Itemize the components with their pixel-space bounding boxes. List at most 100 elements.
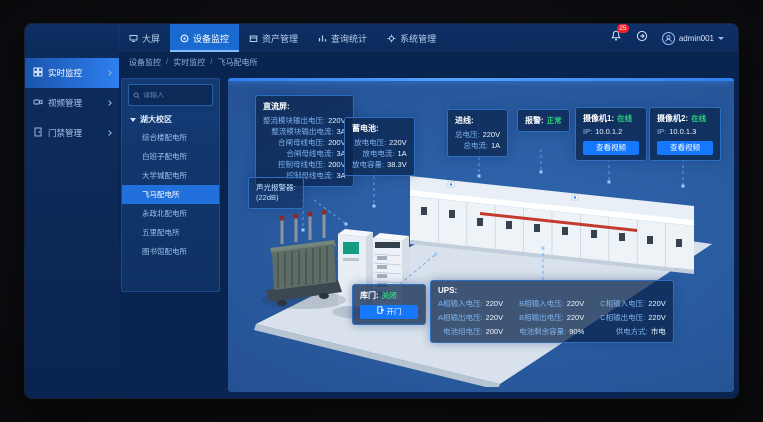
nav-item-query-stats[interactable]: 查询统计 — [308, 24, 377, 52]
alarm-status: 正常 — [547, 115, 562, 126]
dc-panel-card: 直流屏: 整流模块输出电压:220V 整流模块输出电流:3A 合闸母线电压:20… — [255, 95, 354, 187]
nav-item-label: 设备监控 — [193, 32, 229, 45]
camera1-card: 摄像机1:在线 IP:10.0.1.2 查看视频 — [575, 107, 647, 161]
sidebar-item-video-manage[interactable]: 视频管理 — [25, 88, 119, 118]
metric-label: C相输入电压: — [600, 298, 645, 309]
metric-label: 放电容量: — [352, 159, 384, 170]
door-status: 关闭 — [382, 290, 397, 301]
tree-search-input[interactable] — [143, 92, 213, 99]
door-label: 库门: — [360, 290, 379, 301]
alarm-label: 报警: — [525, 115, 544, 126]
camera2-ip-label: IP: — [657, 126, 666, 137]
tree-item-station[interactable]: 白班子配电所 — [122, 147, 219, 166]
camera2-label: 摄像机2: — [657, 113, 688, 124]
nav-item-label: 系统管理 — [400, 32, 436, 45]
avatar — [662, 32, 675, 45]
breadcrumb-segment[interactable]: 飞马配电所 — [217, 57, 257, 68]
stats-chart-icon — [318, 34, 327, 43]
tree-group-campus[interactable]: 湖大校区 — [122, 111, 219, 128]
metric-label: 整流模块输出电流: — [263, 126, 333, 137]
metric-label: 总电流: — [455, 140, 488, 151]
station-tree-panel: 湖大校区 综合楼配电所 白班子配电所 大学城配电所 飞马配电所 永政北配电所 五… — [121, 78, 220, 292]
breadcrumb-segment[interactable]: 实时监控 — [173, 57, 205, 68]
exit-fullscreen-icon — [636, 29, 648, 47]
sidebar-item-access-manage[interactable]: 门禁管理 — [25, 118, 119, 148]
metric-label: 整流模块输出电压: — [263, 115, 325, 126]
chevron-right-icon — [106, 100, 112, 106]
camera2-view-video-button[interactable]: 查看视频 — [657, 141, 713, 155]
open-door-button[interactable]: 开门 — [360, 305, 418, 319]
metric-label: 总电压: — [455, 129, 480, 140]
camera2-card: 摄像机2:在线 IP:10.0.1.3 查看视频 — [649, 107, 721, 161]
ups-card: UPS: A相输入电压:220V B相输入电压:220V C相输入电压:220V… — [430, 280, 674, 343]
breadcrumb-segment[interactable]: 设备监控 — [129, 57, 161, 68]
camera1-ip-label: IP: — [583, 126, 592, 137]
tree-item-station[interactable]: 大学城配电所 — [122, 166, 219, 185]
tree-item-station[interactable]: 永政北配电所 — [122, 204, 219, 223]
caret-down-icon — [130, 118, 136, 122]
metric-value: 220V — [648, 298, 666, 309]
metric-label: A相输入电压: — [438, 298, 483, 309]
tree-group-label: 湖大校区 — [140, 114, 172, 125]
sound-alarm-value: (22dB) — [256, 193, 296, 203]
metric-label: 合闸母线电流: — [263, 148, 333, 159]
metric-value: 38.3V — [387, 159, 407, 170]
nav-item-label: 查询统计 — [331, 32, 367, 45]
camera1-status: 在线 — [617, 113, 632, 124]
chevron-right-icon — [106, 130, 112, 136]
metric-label: 电池组电压: — [438, 326, 483, 337]
top-navbar: 大屏 设备监控 资产管理 查询统计 — [25, 24, 738, 52]
camera2-ip: 10.0.1.3 — [669, 126, 696, 137]
sound-alarm-label: 声光报警器: — [256, 183, 296, 193]
metric-value: 220V — [567, 312, 585, 323]
tree-item-station[interactable]: 五里配电所 — [122, 223, 219, 242]
nav-item-system[interactable]: 系统管理 — [377, 24, 446, 52]
viewport-accent-line — [228, 78, 734, 81]
metric-label: 电池剩余容量: — [519, 326, 566, 337]
metric-label: A相输出电压: — [438, 312, 483, 323]
chevron-down-icon — [718, 37, 724, 40]
metric-label: C相输出电压: — [600, 312, 645, 323]
sidebar-item-label: 视频管理 — [48, 97, 82, 109]
camera1-label: 摄像机1: — [583, 113, 614, 124]
metric-value: 200V — [328, 137, 346, 148]
device-monitor-icon — [180, 34, 189, 43]
metric-value: 220V — [648, 312, 666, 323]
metric-value: 220V — [483, 129, 501, 140]
tree-item-station[interactable]: 图书馆配电所 — [122, 242, 219, 261]
metric-label: 控制母线电压: — [263, 159, 325, 170]
chevron-right-icon — [106, 70, 112, 76]
ups-title: UPS: — [438, 286, 666, 295]
metric-label: 合闸母线电压: — [263, 137, 325, 148]
gear-icon — [387, 34, 396, 43]
video-camera-icon — [33, 97, 43, 109]
metric-value: 220V — [567, 298, 585, 309]
nav-item-device-monitor[interactable]: 设备监控 — [170, 24, 239, 52]
sidebar-item-label: 实时监控 — [48, 67, 82, 79]
breadcrumb-separator: / — [166, 57, 168, 68]
metric-value: 200V — [486, 326, 504, 337]
camera2-status: 在线 — [691, 113, 706, 124]
tree-item-station[interactable]: 综合楼配电所 — [122, 128, 219, 147]
app-window: 大屏 设备监控 资产管理 查询统计 — [25, 24, 738, 398]
sound-light-alarm-card: 声光报警器: (22dB) — [248, 177, 304, 209]
sidebar-item-realtime-monitor[interactable]: 实时监控 — [25, 58, 119, 88]
realtime-monitor-icon — [33, 67, 43, 79]
metric-value: 220V — [328, 115, 346, 126]
camera1-view-video-button[interactable]: 查看视频 — [583, 141, 639, 155]
search-icon — [133, 86, 140, 104]
exit-fullscreen-button[interactable] — [636, 29, 648, 47]
door-access-icon — [33, 127, 43, 139]
open-door-icon — [377, 305, 384, 319]
nav-item-assets[interactable]: 资产管理 — [239, 24, 308, 52]
metric-value: 1A — [491, 140, 500, 151]
metric-value: 市电 — [651, 326, 666, 337]
notifications-button[interactable]: 25 — [610, 29, 622, 47]
metric-value: 220V — [486, 312, 504, 323]
camera1-ip: 10.0.1.2 — [595, 126, 622, 137]
tree-item-station-selected[interactable]: 飞马配电所 — [122, 185, 219, 204]
door-card: 库门:关闭 开门 — [352, 284, 426, 325]
user-menu[interactable]: admin001 — [662, 32, 724, 45]
nav-item-dashboard[interactable]: 大屏 — [119, 24, 170, 52]
dc-panel-title: 直流屏: — [263, 101, 346, 112]
